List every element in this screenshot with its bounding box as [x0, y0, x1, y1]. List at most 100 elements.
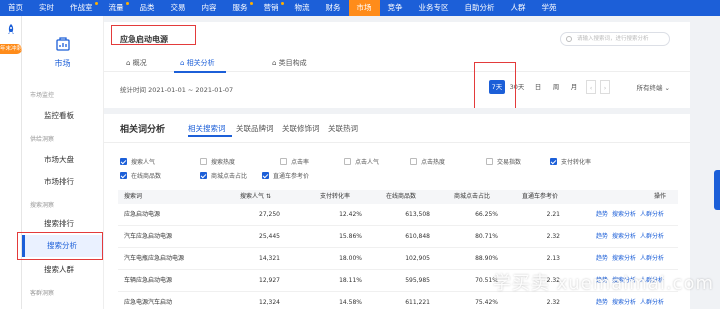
- metric-label: 商城点击占比: [211, 173, 248, 180]
- top-nav: 首页 实时 作战室 流量 品类 交易 内容 服务 营销 物流 财务 市场 竞争 业务专区 自助分析 人群 学苑: [0, 0, 720, 16]
- nav-item[interactable]: 服务: [225, 0, 256, 16]
- sidebar-item-monitor-board[interactable]: 监控看板: [44, 110, 74, 121]
- table-cell: 12,927: [259, 277, 280, 284]
- sidebar-item-search-crowd[interactable]: 搜索人群: [44, 264, 74, 275]
- tab-related-modifier-words[interactable]: 关联修饰词: [282, 123, 320, 134]
- metric-checkbox[interactable]: 支付转化率: [550, 157, 591, 166]
- column-header[interactable]: 直通车参考价: [522, 190, 558, 204]
- watermark: 学买卖 xuemaimai.com: [492, 273, 714, 294]
- search-icon: [566, 36, 572, 42]
- metric-checkbox[interactable]: 点击率: [280, 157, 309, 166]
- metric-checkbox[interactable]: 搜索热度: [200, 157, 235, 166]
- column-header: 搜索词: [124, 193, 143, 200]
- divider: [104, 142, 690, 143]
- rocket-icon[interactable]: [5, 24, 17, 36]
- checkbox-icon: [120, 158, 127, 165]
- date-day-button[interactable]: 日: [532, 80, 544, 94]
- nav-item[interactable]: 实时: [31, 0, 62, 16]
- row-action-link[interactable]: 人群分析: [640, 248, 664, 270]
- sidebar-item-market-rank[interactable]: 市场排行: [44, 176, 74, 187]
- nav-item[interactable]: 市场: [348, 0, 380, 16]
- search-placeholder: 请输入搜索词，进行搜索分析: [577, 36, 649, 42]
- nav-item[interactable]: 流量: [101, 0, 132, 16]
- checkbox-icon: [344, 158, 351, 165]
- table-cell: 汽车电瓶应急启动电源: [124, 255, 185, 262]
- row-action-link[interactable]: 搜索分析: [612, 226, 636, 248]
- metric-label: 搜索热度: [211, 159, 236, 166]
- sidebar-group-title: 客群洞察: [30, 290, 55, 297]
- metric-checkbox[interactable]: 点击热度: [410, 157, 445, 166]
- date-next-button[interactable]: ›: [600, 80, 610, 94]
- metric-checkbox[interactable]: 商城点击占比: [200, 171, 247, 180]
- row-action-link[interactable]: 趋势: [596, 204, 608, 226]
- metric-checkbox[interactable]: 点击人气: [344, 157, 379, 166]
- sidebar-item-search-rank[interactable]: 搜索排行: [44, 218, 74, 229]
- column-header[interactable]: 商城点击占比: [454, 190, 490, 204]
- section-title: 相关词分析: [120, 125, 166, 135]
- checkbox-icon: [200, 158, 207, 165]
- tab-underline: [188, 135, 232, 137]
- tab-related-brand-words[interactable]: 关联品牌词: [236, 123, 274, 134]
- date-week-button[interactable]: 周: [550, 80, 562, 94]
- nav-item[interactable]: 交易: [163, 0, 194, 16]
- date-month-button[interactable]: 月: [568, 80, 580, 94]
- date-prev-button[interactable]: ‹: [586, 80, 596, 94]
- tab-related-search-words[interactable]: 相关搜索词: [188, 123, 226, 134]
- row-action-link[interactable]: 人群分析: [640, 204, 664, 226]
- metric-label: 点击热度: [421, 159, 446, 166]
- checkbox-icon: [486, 158, 493, 165]
- metric-checkbox[interactable]: 搜索人气: [120, 157, 155, 166]
- sidebar-category[interactable]: 市场: [22, 36, 103, 69]
- nav-item[interactable]: 竞争: [380, 0, 411, 16]
- nav-item[interactable]: 内容: [194, 0, 225, 16]
- tab-related-hot-words[interactable]: 关联热词: [328, 123, 358, 134]
- checkbox-icon: [120, 172, 127, 179]
- side-feedback-tab[interactable]: [714, 170, 720, 210]
- left-rail: 年末冲刺: [0, 16, 22, 309]
- table-header: 搜索词 搜索人气 ⇅ 支付转化率 在线商品数 商城点击占比 直通车参考价 操作: [118, 190, 678, 204]
- table-row: 汽车电瓶应急启动电源 14,321 18.00% 102,905 88.90% 2.13 趋…: [118, 248, 678, 270]
- metric-checkbox[interactable]: 直通车参考价: [262, 171, 309, 180]
- search-input[interactable]: 请输入搜索词，进行搜索分析: [560, 32, 670, 46]
- row-action-link[interactable]: 搜索分析: [612, 204, 636, 226]
- metric-label: 交易指数: [497, 159, 522, 166]
- nav-item[interactable]: 业务专区: [411, 0, 457, 16]
- analysis-tabs: ⌂ 概况 ⌂ 相关分析 ⌂ 类目构成: [104, 54, 690, 73]
- checkbox-icon: [410, 158, 417, 165]
- tab-underline: [174, 71, 226, 73]
- table-cell: 75.42%: [475, 299, 498, 306]
- row-action-link[interactable]: 趋势: [596, 248, 608, 270]
- column-header[interactable]: 在线商品数: [386, 190, 416, 204]
- nav-item[interactable]: 作战室: [62, 0, 101, 16]
- tab-overview[interactable]: ⌂ 概况: [126, 58, 147, 68]
- market-icon: [55, 37, 70, 51]
- nav-item[interactable]: 人群: [503, 0, 534, 16]
- nav-item[interactable]: 物流: [287, 0, 318, 16]
- promo-badge[interactable]: 年末冲刺: [0, 44, 22, 54]
- highlight-box-date: [474, 62, 516, 110]
- table-cell: 汽车应急启动电源: [124, 233, 173, 240]
- row-action-link[interactable]: 搜索分析: [612, 248, 636, 270]
- tab-category-composition[interactable]: ⌂ 类目构成: [272, 58, 307, 68]
- row-action-link[interactable]: 人群分析: [640, 226, 664, 248]
- table-cell: 18.00%: [339, 255, 362, 262]
- nav-item[interactable]: 品类: [132, 0, 163, 16]
- row-action-link[interactable]: 趋势: [596, 226, 608, 248]
- table-row: 应急启动电源 27,250 12.42% 613,508 66.25% 2.21 趋势 搜索分…: [118, 204, 678, 226]
- nav-item[interactable]: 财务: [318, 0, 349, 16]
- metric-checkbox[interactable]: 在线商品数: [120, 171, 161, 180]
- metric-checkbox[interactable]: 交易指数: [486, 157, 521, 166]
- column-header[interactable]: 搜索人气 ⇅: [240, 190, 271, 204]
- sidebar-item-market-overview[interactable]: 市场大盘: [44, 154, 74, 165]
- nav-item[interactable]: 首页: [0, 0, 31, 16]
- nav-item[interactable]: 营销: [256, 0, 287, 16]
- column-header[interactable]: 支付转化率: [320, 190, 350, 204]
- new-dot-icon: [249, 2, 253, 5]
- nav-item[interactable]: 自助分析: [457, 0, 503, 16]
- terminal-select[interactable]: 所有终端 ⌄: [636, 82, 670, 92]
- nav-item[interactable]: 学苑: [534, 0, 565, 16]
- new-dot-icon: [280, 2, 284, 5]
- sidebar-group-title: 搜索洞察: [30, 202, 55, 209]
- tab-related-analysis[interactable]: ⌂ 相关分析: [180, 58, 215, 68]
- sidebar-group-title: 供给洞察: [30, 136, 55, 143]
